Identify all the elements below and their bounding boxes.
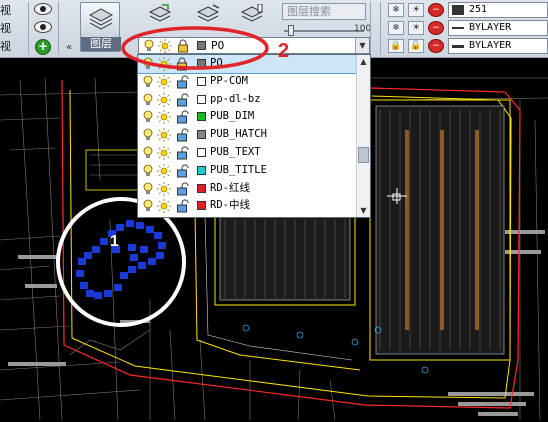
cad-window: 1 视 视 视 + « 图层 图层搜索 100 ❄ ❄ 🔒 ☀ ☀ 🔓 − − … xyxy=(0,0,548,422)
callout-ellipse-2 xyxy=(121,26,269,70)
callout-number-2: 2 xyxy=(278,40,290,62)
